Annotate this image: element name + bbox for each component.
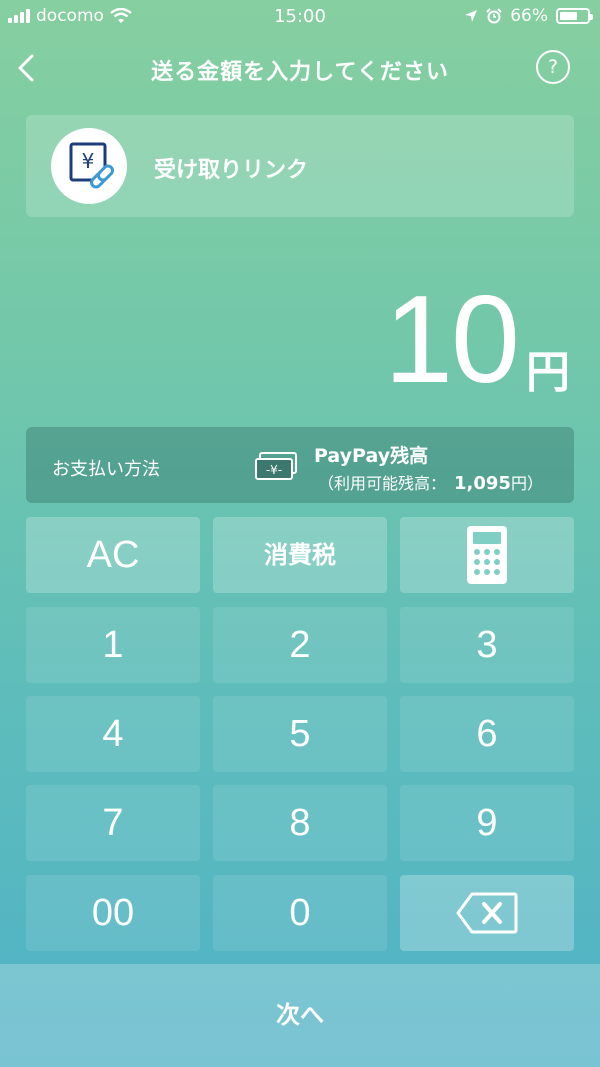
key-9[interactable]: 9 <box>400 785 574 861</box>
key-7[interactable]: 7 <box>26 785 200 861</box>
location-icon <box>465 10 478 22</box>
amount-display: 10 円 <box>384 270 570 410</box>
next-button[interactable]: 次へ <box>0 964 600 1067</box>
page-title: 送る金額を入力してください <box>151 60 449 85</box>
payment-method-row[interactable]: お支払い方法 -¥- PayPay残高 （利用可能残高： 1,095円） <box>26 427 574 503</box>
receive-link-label: 受け取りリンク <box>154 158 309 183</box>
key-8[interactable]: 8 <box>213 785 387 861</box>
battery-icon <box>556 8 593 24</box>
payment-method-label: お支払い方法 <box>52 459 160 480</box>
banknote-icon: -¥- <box>255 452 297 480</box>
battery-level <box>560 12 578 20</box>
receive-link-card[interactable]: ¥ 受け取りリンク <box>26 115 574 217</box>
balance-value: 1,095 <box>454 473 511 494</box>
key-0[interactable]: 0 <box>213 875 387 951</box>
balance-label: （利用可能残高： <box>318 474 447 493</box>
key-00[interactable]: 00 <box>26 875 200 951</box>
key-6[interactable]: 6 <box>400 696 574 772</box>
help-button[interactable]: ? <box>536 50 570 84</box>
svg-text:-¥-: -¥- <box>266 463 282 477</box>
navigation-bar: 送る金額を入力してください ? <box>0 44 600 92</box>
key-5[interactable]: 5 <box>213 696 387 772</box>
ac-key[interactable]: AC <box>26 517 200 593</box>
key-4[interactable]: 4 <box>26 696 200 772</box>
yen-link-icon: ¥ <box>51 128 127 204</box>
status-bar: docomo 15:00 66% <box>0 0 600 34</box>
key-2[interactable]: 2 <box>213 607 387 683</box>
amount-unit: 円 <box>526 347 570 398</box>
svg-text:¥: ¥ <box>82 149 95 173</box>
backspace-icon <box>456 892 518 934</box>
available-balance: （利用可能残高： 1,095円） <box>318 470 543 494</box>
battery-percent: 66% <box>510 6 548 26</box>
calculator-key[interactable] <box>400 517 574 593</box>
amount-value: 10 <box>384 271 520 409</box>
alarm-icon <box>486 8 502 24</box>
key-3[interactable]: 3 <box>400 607 574 683</box>
backspace-key[interactable] <box>400 875 574 951</box>
payment-method-name: PayPay残高 <box>314 445 429 467</box>
calculator-icon <box>467 526 507 584</box>
key-1[interactable]: 1 <box>26 607 200 683</box>
tax-key[interactable]: 消費税 <box>213 517 387 593</box>
balance-unit: 円） <box>510 474 543 493</box>
